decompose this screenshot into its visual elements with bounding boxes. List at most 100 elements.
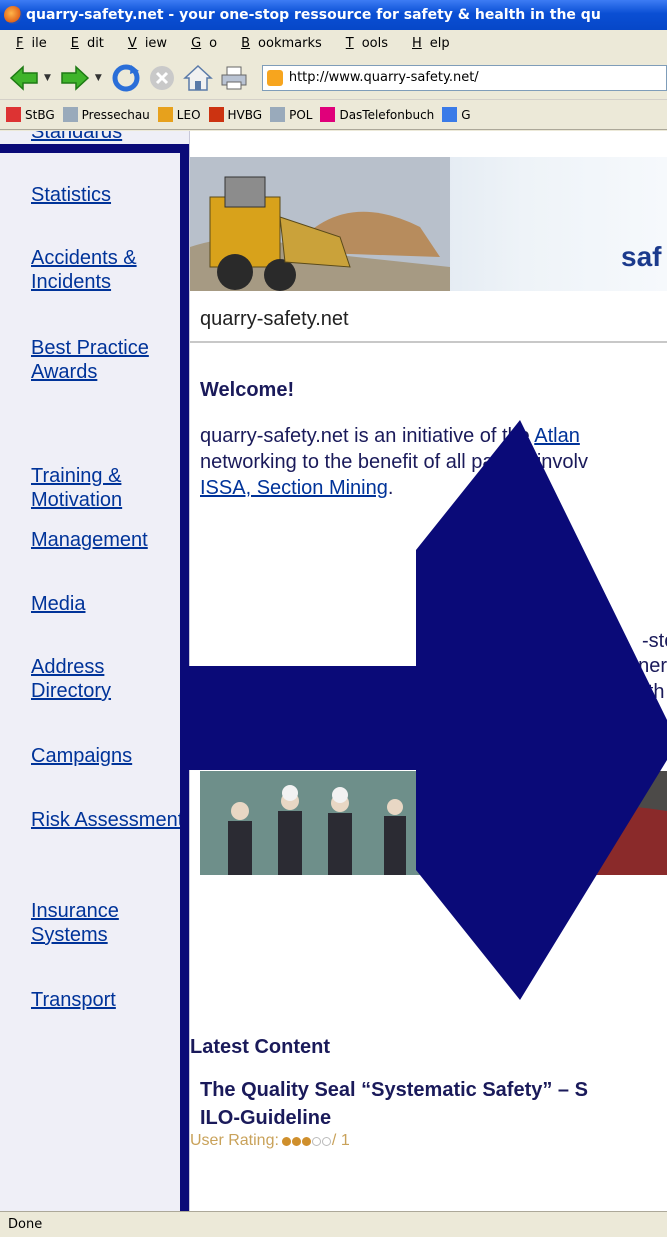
menu-file[interactable]: File (0, 36, 55, 51)
bookmark-label: G (461, 107, 471, 122)
people-photo-strip (200, 771, 667, 875)
menu-label: dit (86, 35, 104, 51)
welcome-heading: Welcome! (200, 379, 295, 401)
everyone-line-2: contribute content to this portal. (200, 749, 480, 771)
mid-text-1: -sto (642, 630, 667, 652)
sidebar-item-accidents-incidents[interactable]: Accidents & Incidents (31, 246, 186, 294)
menu-bar: File Edit View Go Bookmarks Tools Help (0, 30, 667, 56)
bookmark-label: LEO (176, 107, 201, 122)
bookmark-icon (270, 107, 286, 122)
menu-accelerator: F (16, 35, 24, 51)
sidebar-item-transport[interactable]: Transport (31, 988, 186, 1012)
stop-icon (149, 65, 174, 90)
bookmark-icon (208, 107, 224, 122)
forward-button[interactable] (59, 62, 91, 94)
site-name: quarry-safety.net (200, 308, 349, 330)
menu-label: ookmarks (258, 35, 322, 51)
bookmark-label: POL (289, 107, 313, 122)
bookmark-dastelefonbuch[interactable]: DasTelefonbuch (320, 107, 434, 122)
rating-suffix: / 1 (331, 1132, 350, 1149)
print-button[interactable] (218, 62, 250, 94)
bookmark-icon (442, 107, 458, 122)
menu-accelerator: H (412, 35, 422, 51)
sidebar-item-management[interactable]: Management (31, 528, 186, 552)
mid-text-3: lth in th (600, 681, 665, 703)
reload-icon (112, 64, 140, 91)
stop-button[interactable] (146, 62, 178, 94)
divider (190, 341, 667, 343)
menu-view[interactable]: View (112, 36, 175, 51)
sidebar-item-risk-assessment[interactable]: Risk Assessment (31, 808, 186, 832)
intro-line-3: ISSA, Section Mining. (200, 475, 393, 501)
sidebar-item-standards[interactable]: Standards (31, 131, 186, 144)
sidebar-nav: LegislationStandardsStatisticsAccidents … (0, 131, 190, 1211)
reload-button[interactable] (110, 62, 142, 94)
menu-label: iew (144, 35, 168, 51)
bookmark-pressechau[interactable]: Pressechau (62, 107, 150, 122)
window-title-bar: quarry-safety.net - your one-stop ressou… (0, 0, 667, 30)
issa-mining-link[interactable]: ISSA, Section Mining (200, 477, 388, 499)
home-button[interactable] (182, 62, 214, 94)
menu-edit[interactable]: Edit (55, 36, 112, 51)
bookmark-label: StBG (25, 107, 55, 122)
menu-accelerator: E (70, 35, 79, 51)
menu-label: ools (361, 35, 388, 51)
printer-icon (221, 66, 247, 89)
home-icon (182, 64, 213, 91)
bookmark-leo[interactable]: LEO (157, 107, 201, 122)
atlantic-link[interactable]: Atlan (534, 425, 580, 447)
sidebar-item-training-motivation[interactable]: Training & Motivation (31, 464, 186, 512)
main-content: saf quarry-safety.net Welcome! quarry-sa… (190, 131, 667, 1211)
bookmark-hvbg[interactable]: HVBG (208, 107, 263, 122)
sidebar-item-insurance-systems[interactable]: Insurance Systems (31, 899, 186, 947)
rating-stars (281, 1136, 332, 1146)
bookmark-icon (320, 107, 336, 122)
menu-accelerator: G (191, 35, 202, 51)
bookmark-icon (62, 107, 78, 122)
bookmark-g[interactable]: G (442, 107, 471, 122)
forward-arrow-icon (61, 64, 90, 91)
intro-text-3: . (387, 477, 394, 499)
latest-article-title[interactable]: The Quality Seal “Systematic Safety” – S… (200, 1076, 588, 1132)
workers-photo (200, 771, 667, 875)
rating-dot-empty (311, 1136, 321, 1146)
back-arrow-icon (9, 64, 38, 91)
menu-label: o (209, 35, 218, 51)
menu-go[interactable]: Go (175, 36, 225, 51)
rating-dot-empty (321, 1136, 331, 1146)
mid-text-2: nners (627, 655, 667, 677)
sidebar-item-media[interactable]: Media (31, 592, 186, 616)
menu-label: ile (31, 35, 47, 51)
bookmark-icon (6, 107, 21, 122)
header-banner: saf (190, 157, 667, 291)
menu-help[interactable]: Help (396, 36, 458, 51)
back-dropdown-icon[interactable]: ▼ (44, 73, 51, 83)
bookmark-label: HVBG (227, 107, 263, 122)
sidebar-item-best-practice-awards[interactable]: Best Practice Awards (31, 336, 186, 384)
bookmarks-toolbar: StBG Pressechau LEO HVBG POL DasTelefonbuch G (0, 100, 667, 130)
back-button[interactable] (8, 62, 40, 94)
bulldozer-photo (190, 157, 450, 291)
bookmark-label: DasTelefonbuch (339, 107, 435, 122)
forward-dropdown-icon[interactable]: ▼ (95, 73, 102, 83)
status-bar: Done (0, 1211, 667, 1237)
navigation-toolbar: ▼ ▼ http://www.quarry-safety.net/ (0, 56, 667, 100)
menu-accelerator: B (241, 35, 251, 51)
rating-dot-filled (281, 1136, 291, 1146)
bookmark-stbg[interactable]: StBG (6, 107, 55, 122)
bookmark-label: Pressechau (81, 107, 150, 122)
address-bar[interactable]: http://www.quarry-safety.net/ (261, 64, 667, 91)
window-title: quarry-safety.net - your one-stop ressou… (26, 7, 601, 23)
article-title-line-2: ILO-Guideline (200, 1107, 332, 1129)
address-url: http://www.quarry-safety.net/ (288, 70, 479, 85)
sidebar-item-address-directory[interactable]: Address Directory (31, 655, 186, 703)
bookmark-pol[interactable]: POL (270, 107, 312, 122)
bookmark-icon (157, 107, 173, 122)
firefox-icon (4, 6, 22, 24)
sidebar-item-statistics[interactable]: Statistics (31, 183, 186, 207)
site-favicon-icon (266, 69, 283, 86)
page-viewport: LegislationStandardsStatisticsAccidents … (0, 131, 667, 1211)
sidebar-item-campaigns[interactable]: Campaigns (31, 744, 186, 768)
menu-bookmarks[interactable]: Bookmarks (225, 36, 330, 51)
menu-tools[interactable]: Tools (330, 36, 396, 51)
